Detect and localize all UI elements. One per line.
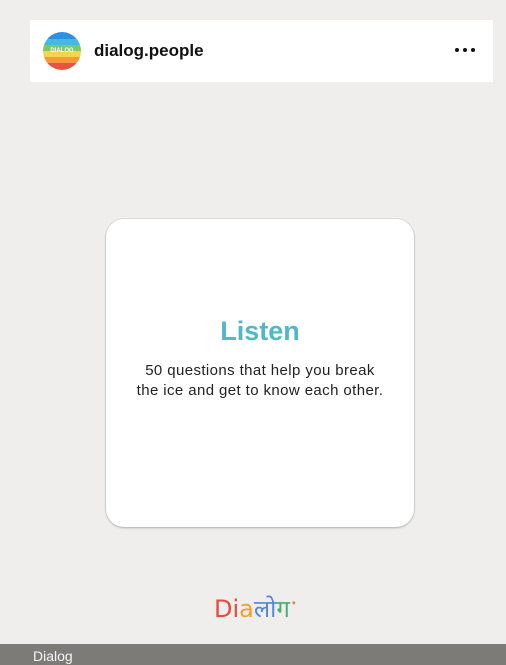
dot-icon	[463, 48, 467, 52]
card-description: 50 questions that help you break the ice…	[136, 362, 384, 399]
more-button[interactable]	[451, 38, 479, 62]
brand-part-3: लो	[253, 595, 277, 623]
avatar-text: DIALOG	[50, 48, 74, 54]
brand-part-1: Di	[214, 595, 240, 623]
brand-part-5: ॱ	[289, 595, 298, 623]
brand-part-2: a	[239, 595, 254, 623]
dot-icon	[455, 48, 459, 52]
footer-bar: Dialog	[0, 644, 506, 665]
footer-label: Dialog	[33, 648, 73, 664]
question-card: Listen 50 questions that help you break …	[106, 219, 414, 527]
brand-logo: Diaलोगॱ	[214, 594, 318, 624]
post-header: DIALOG dialog.people	[30, 20, 493, 82]
post-frame: DIALOG dialog.people Listen 50 questions…	[0, 0, 506, 665]
more-horizontal-icon	[455, 48, 475, 52]
avatar[interactable]: DIALOG	[43, 32, 81, 70]
dot-icon	[471, 48, 475, 52]
username[interactable]: dialog.people	[94, 40, 204, 62]
brand-part-4: ग	[276, 595, 290, 623]
card-title: Listen	[220, 316, 300, 346]
